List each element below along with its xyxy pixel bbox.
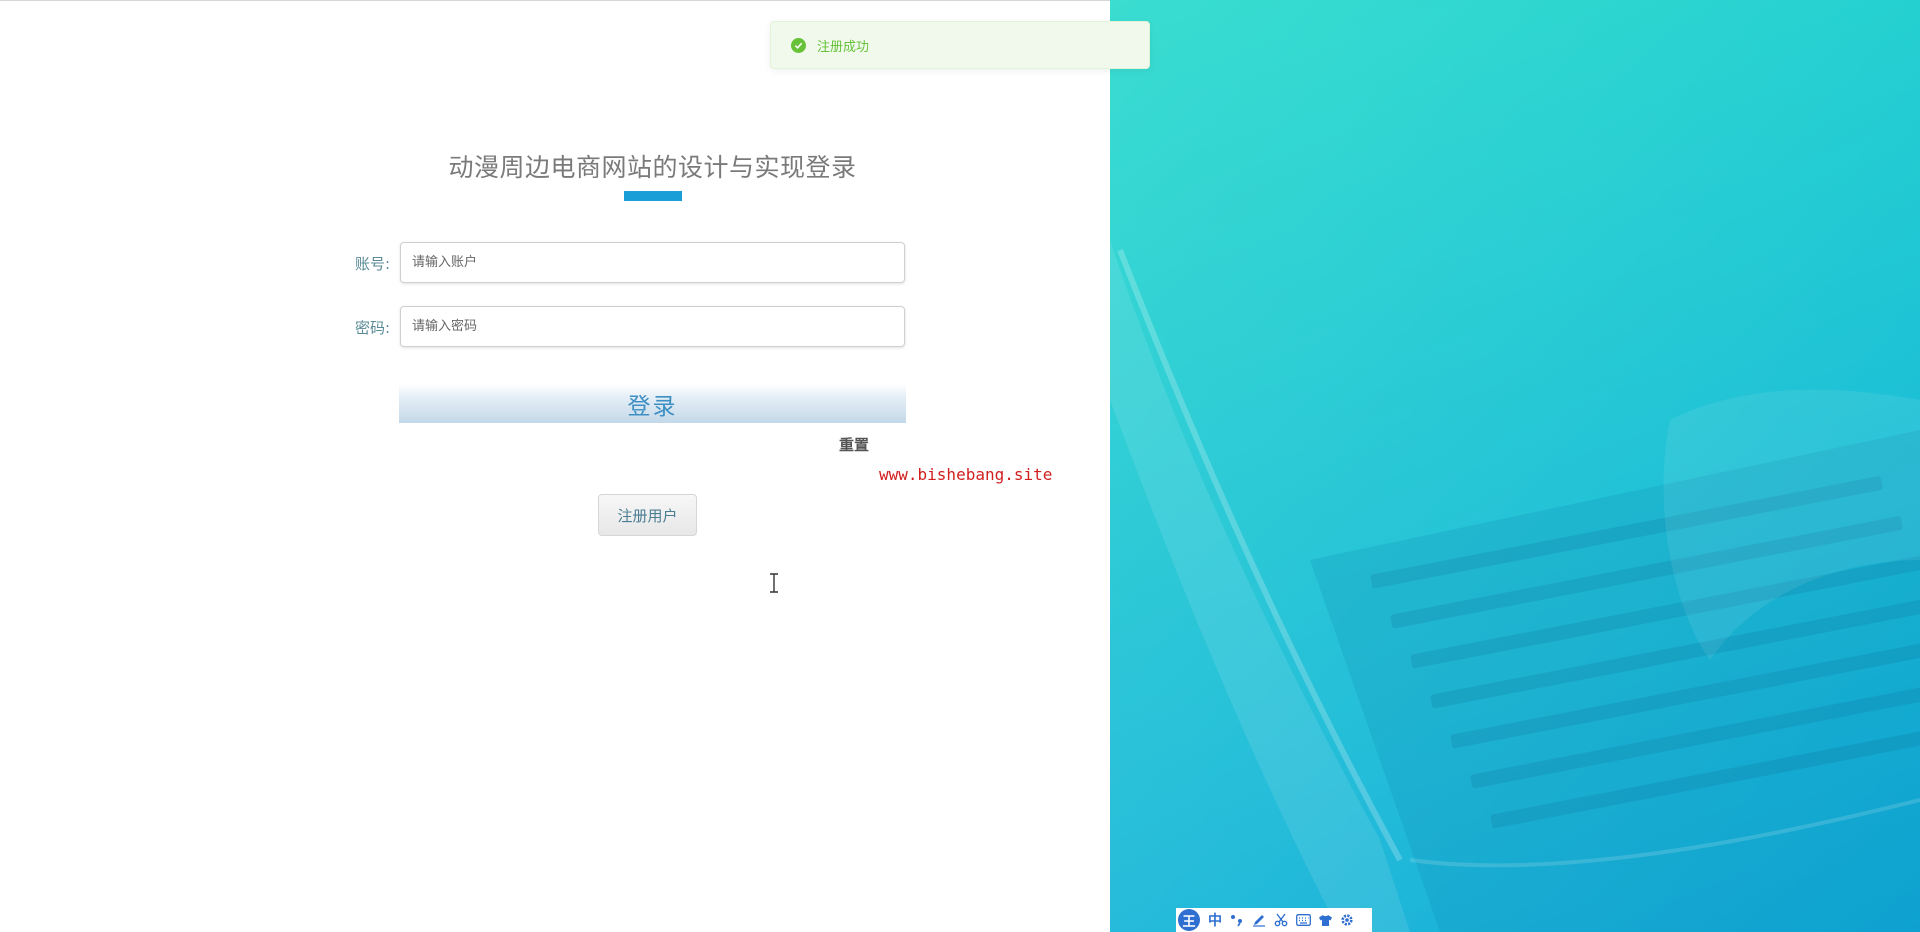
password-label: 密码: <box>354 319 390 337</box>
laptop-illustration <box>1110 0 1920 932</box>
scissors-icon[interactable] <box>1271 909 1291 931</box>
pen-icon[interactable] <box>1249 909 1269 931</box>
ime-logo-icon[interactable]: 王 <box>1178 909 1200 931</box>
check-circle-icon <box>791 37 806 53</box>
success-toast: 注册成功 <box>770 21 1150 69</box>
title-underline <box>624 191 682 201</box>
register-button[interactable]: 注册用户 <box>598 494 697 536</box>
hero-background-image <box>1110 0 1920 932</box>
reset-button[interactable]: 重置 <box>839 434 869 455</box>
punctuation-icon[interactable] <box>1227 909 1247 931</box>
watermark-text: www.bishebang.site <box>879 465 1053 484</box>
ime-toolbar[interactable]: 王 中 <box>1176 908 1372 932</box>
login-button[interactable]: 登录 <box>399 384 906 423</box>
page-title: 动漫周边电商网站的设计与实现登录 <box>448 153 857 182</box>
skin-icon[interactable] <box>1315 909 1335 931</box>
top-divider <box>0 0 1110 1</box>
toast-message: 注册成功 <box>817 39 870 55</box>
account-input[interactable] <box>400 242 905 283</box>
login-page: 注册成功 动漫周边电商网站的设计与实现登录 账号: 密码: 登录 重置 www.… <box>0 0 1920 932</box>
keyboard-icon[interactable] <box>1293 909 1313 931</box>
password-input[interactable] <box>400 306 905 347</box>
text-cursor-icon <box>770 573 778 593</box>
ime-mode-toggle[interactable]: 中 <box>1205 909 1225 931</box>
settings-icon[interactable] <box>1337 909 1357 931</box>
account-label: 账号: <box>354 255 390 273</box>
